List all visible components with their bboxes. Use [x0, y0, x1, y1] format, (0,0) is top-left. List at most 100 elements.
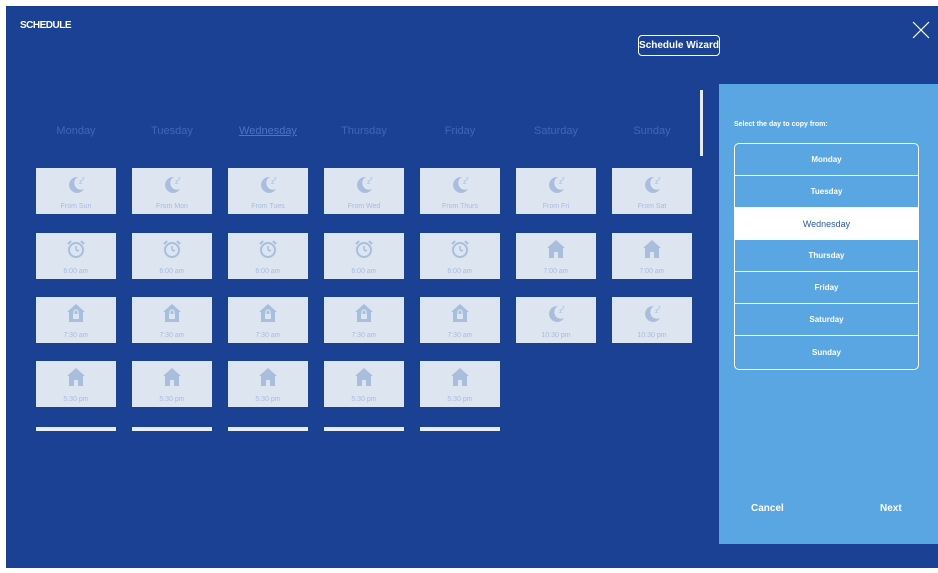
schedule-tile[interactable]: 7:00 am	[612, 233, 692, 279]
alarm-clock-icon	[355, 240, 373, 258]
alarm-clock-icon	[163, 240, 181, 258]
schedule-tile[interactable]: 5:30 pm	[420, 361, 500, 407]
schedule-tile[interactable]: 7:30 am	[228, 297, 308, 343]
svg-text:z: z	[274, 176, 277, 182]
tile-time-label: 7:30 am	[63, 332, 89, 339]
moon-icon: zz	[261, 176, 277, 193]
next-button[interactable]: Next	[880, 503, 902, 514]
tile-time-label: 6:00 am	[351, 268, 377, 275]
tile-time-label: From Fri	[542, 203, 570, 210]
house-icon	[355, 368, 373, 386]
copy-option-tuesday[interactable]: Tuesday	[735, 176, 918, 208]
schedule-tile[interactable]: 5:30 pm	[36, 361, 116, 407]
day-header-friday[interactable]: Friday	[420, 125, 500, 137]
add-entry-bar[interactable]	[132, 427, 212, 431]
tile-time-label: 7:30 am	[351, 332, 377, 339]
schedule-screen: SCHEDULE Schedule Wizard Monday Tuesday We…	[6, 6, 938, 568]
cancel-button[interactable]: Cancel	[751, 503, 784, 514]
tile-time-label: 7:30 am	[255, 332, 281, 339]
svg-text:z: z	[178, 176, 181, 182]
tile-time-label: 7:30 am	[159, 332, 185, 339]
copy-option-thursday[interactable]: Thursday	[735, 240, 918, 272]
tile-time-label: 5:30 pm	[63, 396, 89, 403]
tile-time-label: 5:30 pm	[351, 396, 377, 403]
schedule-tile[interactable]: 6:00 am	[420, 233, 500, 279]
moon-icon: zz	[69, 176, 85, 193]
copy-option-friday[interactable]: Friday	[735, 272, 918, 304]
add-entry-bar[interactable]	[420, 427, 500, 431]
moon-icon: zz	[645, 305, 661, 322]
schedule-tile[interactable]: 5:30 pm	[324, 361, 404, 407]
tile-time-label: 10:30 pm	[637, 332, 667, 339]
day-header-sunday[interactable]: Sunday	[612, 125, 692, 137]
house-icon	[643, 240, 661, 258]
svg-text:z: z	[658, 176, 661, 182]
alarm-clock-icon	[259, 240, 277, 258]
svg-text:z: z	[658, 305, 661, 311]
lock-house-icon	[259, 304, 277, 322]
schedule-tile[interactable]: z z From Thurs	[420, 168, 500, 214]
moon-icon: zz	[165, 176, 181, 193]
schedule-tile[interactable]: 5:30 pm	[132, 361, 212, 407]
add-entry-bar[interactable]	[324, 427, 404, 431]
day-header-thursday[interactable]: Thursday	[324, 125, 404, 137]
close-icon[interactable]	[911, 20, 931, 40]
tile-time-label: 5:30 pm	[447, 396, 473, 403]
schedule-tile[interactable]: z z From Sat	[612, 168, 692, 214]
add-entry-bar[interactable]	[228, 427, 308, 431]
tile-time-label: 10:30 pm	[541, 332, 571, 339]
tile-time-label: 5:30 pm	[255, 396, 281, 403]
schedule-tile[interactable]: z z From Fri	[516, 168, 596, 214]
schedule-tile[interactable]: 7:30 am	[36, 297, 116, 343]
schedule-tile[interactable]: 7:30 am	[420, 297, 500, 343]
day-header-saturday[interactable]: Saturday	[516, 125, 596, 137]
tile-time-label: 6:00 am	[159, 268, 185, 275]
schedule-tile[interactable]: 7:30 am	[324, 297, 404, 343]
schedule-wizard-button[interactable]: Schedule Wizard	[638, 35, 720, 56]
copy-option-wednesday[interactable]: Wednesday	[735, 208, 918, 240]
tile-time-label: 5:30 pm	[159, 396, 185, 403]
house-icon	[67, 368, 85, 386]
tile-time-label: 7:30 am	[447, 332, 473, 339]
alarm-clock-icon	[67, 240, 85, 258]
schedule-tile[interactable]: 7:30 am	[132, 297, 212, 343]
schedule-tile[interactable]: 6:00 am	[228, 233, 308, 279]
lock-house-icon	[355, 304, 373, 322]
tile-time-label: From Sun	[60, 203, 92, 210]
tile-time-label: From Tues	[251, 203, 285, 210]
copy-option-sunday[interactable]: Sunday	[735, 336, 918, 368]
schedule-tile[interactable]: 5:30 pm	[228, 361, 308, 407]
house-icon	[547, 240, 565, 258]
house-icon	[451, 368, 469, 386]
svg-text:z: z	[562, 305, 565, 311]
svg-text:z: z	[370, 176, 373, 182]
copy-option-monday[interactable]: Monday	[735, 144, 918, 176]
moon-icon: zz	[357, 176, 373, 193]
copy-option-saturday[interactable]: Saturday	[735, 304, 918, 336]
tile-time-label: From Thurs	[441, 203, 479, 210]
tile-time-label: From Mon	[156, 203, 188, 210]
schedule-tile[interactable]: z z 10:30 pm	[516, 297, 596, 343]
lock-house-icon	[163, 304, 181, 322]
schedule-tile[interactable]: z z From Wed	[324, 168, 404, 214]
day-header-monday[interactable]: Monday	[36, 125, 116, 137]
schedule-tile[interactable]: 6:00 am	[36, 233, 116, 279]
schedule-tile[interactable]: 6:00 am	[132, 233, 212, 279]
house-icon	[163, 368, 181, 386]
schedule-tile[interactable]: z z 10:30 pm	[612, 297, 692, 343]
lock-house-icon	[451, 304, 469, 322]
scroll-indicator	[700, 90, 703, 156]
house-icon	[259, 368, 277, 386]
schedule-tile[interactable]: 7:00 am	[516, 233, 596, 279]
schedule-tile[interactable]: z z From Mon	[132, 168, 212, 214]
day-header-wednesday[interactable]: Wednesday	[228, 125, 308, 137]
copy-prompt: Select the day to copy from:	[734, 121, 828, 128]
day-header-tuesday[interactable]: Tuesday	[132, 125, 212, 137]
add-entry-bar[interactable]	[36, 427, 116, 431]
schedule-tile[interactable]: 6:00 am	[324, 233, 404, 279]
schedule-tile[interactable]: z z From Tues	[228, 168, 308, 214]
copy-day-panel: Select the day to copy from: Monday Tuesd…	[719, 84, 938, 544]
moon-icon: zz	[453, 176, 469, 193]
tile-time-label: 7:00 am	[543, 268, 569, 275]
schedule-tile[interactable]: z z From Sun	[36, 168, 116, 214]
